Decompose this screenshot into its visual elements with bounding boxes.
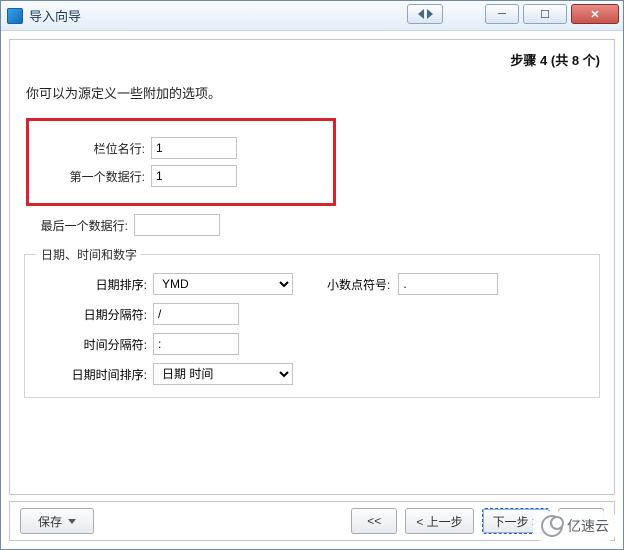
datetime-order-select[interactable]: 日期 时间: [153, 363, 293, 385]
group-legend: 日期、时间和数字: [37, 246, 141, 263]
app-icon: [7, 8, 23, 24]
window-controls: ─ ☐ ✕: [485, 4, 619, 24]
date-order-select[interactable]: YMD: [153, 273, 293, 295]
footer-bar: 保存 << < 上一步 下一步 > >>: [9, 501, 615, 541]
decimal-label: 小数点符号:: [327, 276, 390, 293]
col-name-row-label: 栏位名行:: [41, 140, 151, 157]
row-date-sep: 日期分隔符:: [37, 303, 327, 325]
row-decimal: 小数点符号:: [327, 273, 587, 295]
decimal-input[interactable]: [398, 273, 498, 295]
date-order-label: 日期排序:: [37, 276, 153, 293]
maximize-button[interactable]: ☐: [523, 4, 567, 24]
first-data-row-label: 第一个数据行:: [41, 168, 151, 185]
date-sep-label: 日期分隔符:: [37, 306, 153, 323]
window-title: 导入向导: [29, 6, 81, 25]
titlebar: 导入向导 ─ ☐ ✕: [1, 1, 623, 31]
watermark-icon: [541, 515, 563, 537]
watermark: 亿速云: [533, 511, 617, 541]
row-col-name: 栏位名行:: [41, 137, 321, 159]
wizard-window: 导入向导 ─ ☐ ✕ 步骤 4 (共 8 个) 你可以为源定义一些附加的选项。 …: [0, 0, 624, 550]
group-grid: 日期排序: YMD 小数点符号: 日期分隔符: 时间分隔符:: [37, 273, 587, 385]
row-datetime-order: 日期时间排序: 日期 时间: [37, 363, 327, 385]
arrow-left-icon: [418, 9, 424, 19]
minimize-button[interactable]: ─: [485, 4, 519, 24]
description-text: 你可以为源定义一些附加的选项。: [26, 83, 600, 102]
datetime-order-label: 日期时间排序:: [37, 366, 153, 383]
row-last-data: 最后一个数据行:: [36, 214, 600, 236]
arrow-right-icon: [427, 9, 433, 19]
last-data-row-input[interactable]: [134, 214, 220, 236]
content-panel: 步骤 4 (共 8 个) 你可以为源定义一些附加的选项。 栏位名行: 第一个数据…: [9, 39, 615, 495]
last-data-row-label: 最后一个数据行:: [36, 217, 134, 234]
watermark-text: 亿速云: [567, 516, 609, 536]
col-name-row-input[interactable]: [151, 137, 237, 159]
time-sep-input[interactable]: [153, 333, 239, 355]
first-button[interactable]: <<: [351, 508, 397, 534]
date-sep-input[interactable]: [153, 303, 239, 325]
datetime-group: 日期、时间和数字 日期排序: YMD 小数点符号: 日期分隔符:: [24, 246, 600, 398]
collapse-button[interactable]: [407, 4, 443, 24]
prev-button[interactable]: < 上一步: [405, 508, 473, 534]
close-button[interactable]: ✕: [571, 4, 619, 24]
row-time-sep: 时间分隔符:: [37, 333, 327, 355]
first-data-row-input[interactable]: [151, 165, 237, 187]
row-date-order: 日期排序: YMD: [37, 273, 327, 295]
time-sep-label: 时间分隔符:: [37, 336, 153, 353]
save-button[interactable]: 保存: [20, 508, 94, 534]
row-first-data: 第一个数据行:: [41, 165, 321, 187]
save-label: 保存: [38, 513, 62, 530]
highlight-box: 栏位名行: 第一个数据行:: [26, 118, 336, 206]
chevron-down-icon: [68, 519, 76, 524]
step-indicator: 步骤 4 (共 8 个): [24, 50, 600, 69]
